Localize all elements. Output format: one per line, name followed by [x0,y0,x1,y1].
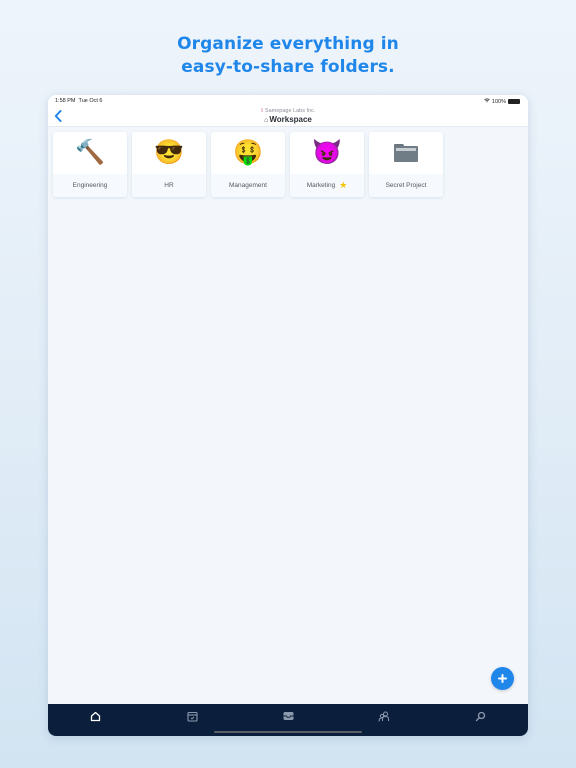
tab-bar [48,704,528,736]
home-indicator[interactable] [214,731,362,733]
folder-label-area: Engineering [53,174,127,197]
folder-label: Secret Project [385,182,427,189]
folder-icon-wrap [369,132,443,174]
star-icon: ★ [339,180,348,190]
folder-card-secret-project[interactable]: Secret Project [369,132,443,197]
folder-label: Marketing [306,182,336,189]
status-date: Tue Oct 6 [78,98,103,104]
workspace-home-icon: ⌂ [264,117,269,124]
folder-card-marketing[interactable]: 😈 Marketing ★ [290,132,364,197]
folder-label-area: Secret Project [369,174,443,197]
smiling-devil-icon: 😈 [312,139,342,166]
folder-label-area: HR [132,174,206,197]
home-icon [90,711,100,721]
folder-card-engineering[interactable]: 🔨 Engineering [53,132,127,197]
folder-label: HR [164,182,174,189]
tab-calendar[interactable] [182,709,202,723]
tab-search[interactable] [470,709,490,723]
tab-people[interactable] [374,709,394,723]
calendar-icon [186,711,198,722]
headline-line-1: Organize everything in [177,34,399,54]
battery-icon [508,99,520,104]
folder-grid: 🔨 Engineering 😎 HR 🤑 Management 😈 Market… [53,132,443,197]
sunglasses-face-icon: 😎 [154,139,184,166]
status-right: 100% [484,98,520,105]
wifi-icon [484,98,490,105]
battery-percent: 100% [491,98,506,105]
org-name-text: Samepage Labs Inc. [264,108,316,114]
status-bar: 1:58 PM Tue Oct 6 100% [48,95,528,107]
plus-icon [498,674,507,683]
headline-line-2: easy-to-share folders. [181,57,395,77]
folder-label: Engineering [72,182,108,189]
status-time: 1:58 PM Tue Oct 6 [55,98,103,104]
org-logo-icon: ⁞⁞ [260,108,264,114]
people-icon [378,711,389,721]
workspace-title: ⌂Workspace [48,115,528,124]
tab-inbox[interactable] [278,709,298,723]
money-mouth-face-icon: 🤑 [233,139,263,166]
folder-label-area: Management [211,174,285,197]
workspace-title-text: Workspace [269,115,312,124]
nav-bar: ⁞⁞ Samepage Labs Inc. ⌂Workspace [48,107,528,127]
inbox-icon [283,712,293,720]
organization-name[interactable]: ⁞⁞ Samepage Labs Inc. [48,108,528,114]
status-time-value: 1:58 PM [55,98,76,104]
folder-card-hr[interactable]: 😎 HR [132,132,206,197]
add-button[interactable] [491,667,514,690]
marketing-headline: Organize everything in easy-to-share fol… [0,33,576,79]
tab-home[interactable] [85,709,105,723]
ipad-screen: 1:58 PM Tue Oct 6 100% ⁞⁞ Samepage Labs … [48,95,528,736]
folder-card-management[interactable]: 🤑 Management [211,132,285,197]
folder-label-area: Marketing ★ [290,174,364,197]
folder-label: Management [229,182,267,189]
search-icon [475,711,485,721]
hammer-icon: 🔨 [75,139,105,166]
folder-icon [394,144,418,162]
